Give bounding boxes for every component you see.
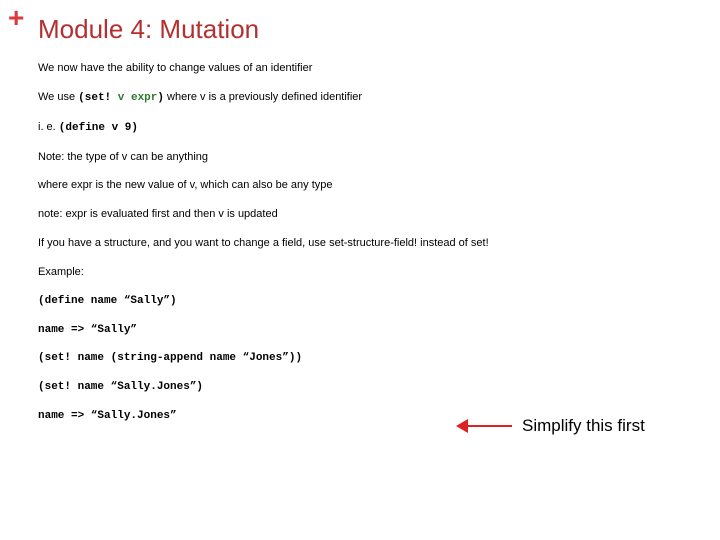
line-expr-newval: where expr is the new value of v, which … — [38, 178, 700, 193]
line-ie: i. e. (define v 9) — [38, 120, 700, 136]
line-structure: If you have a structure, and you want to… — [38, 236, 700, 251]
text-weuse: We use — [38, 91, 78, 103]
code-name-sally: name => “Sally” — [38, 323, 700, 338]
line-example: Example: — [38, 265, 700, 280]
text-where: where v is a previously defined identifi… — [164, 91, 362, 103]
arrow-line-icon — [466, 425, 512, 427]
line-intro: We now have the ability to change values… — [38, 61, 700, 76]
slide-content: Module 4: Mutation We now have the abili… — [38, 14, 700, 438]
code-define-v9: (define v 9) — [59, 122, 138, 134]
callout-text: Simplify this first — [522, 416, 645, 436]
text-ie: i. e. — [38, 121, 59, 133]
code-set-close: ) — [157, 92, 164, 104]
code-set-append: (set! name (string-append name “Jones”)) — [38, 351, 700, 366]
callout: Simplify this first — [456, 416, 645, 436]
plus-decor: + — [8, 4, 24, 32]
slide-title: Module 4: Mutation — [38, 14, 700, 45]
code-define-name: (define name “Sally”) — [38, 294, 700, 309]
slide-body: We now have the ability to change values… — [38, 61, 700, 424]
code-vexpr: v expr — [118, 92, 158, 104]
code-set-sallyjones: (set! name “Sally.Jones”) — [38, 380, 700, 395]
line-note-eval: note: expr is evaluated first and then v… — [38, 207, 700, 222]
arrow-icon — [456, 419, 512, 433]
line-set-usage: We use (set! v expr) where v is a previo… — [38, 90, 700, 106]
code-set-open: (set! — [78, 92, 118, 104]
line-note-type: Note: the type of v can be anything — [38, 150, 700, 165]
